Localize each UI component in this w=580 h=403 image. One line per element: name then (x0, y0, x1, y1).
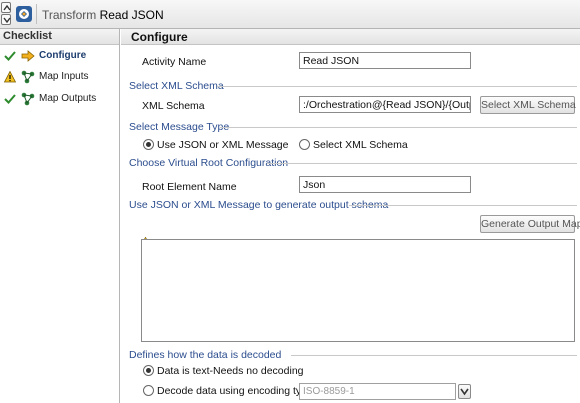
chevron-down-icon (460, 388, 469, 396)
encoding-select[interactable]: ISO-8859-1 (299, 383, 456, 400)
collapse-up-button[interactable] (1, 2, 11, 13)
title-separator (36, 4, 37, 24)
title-prefix: Transform (42, 8, 97, 22)
generate-output-map-button[interactable]: Generate Output Map (480, 215, 580, 233)
section-select-message-type: Select Message Type (129, 121, 230, 133)
radio-label: Data is text-Needs no decoding (157, 365, 304, 377)
section-divider (267, 163, 577, 164)
map-icon (21, 92, 35, 106)
activity-name-label: Activity Name (142, 56, 207, 68)
title-bar: Transform Read JSON (0, 0, 580, 29)
sidebar-item-map-outputs[interactable]: Map Outputs (0, 90, 119, 108)
xml-schema-field[interactable]: :/Orchestration@{Read JSON}/{OutputXml} (299, 96, 471, 113)
panel-header: Configure (121, 29, 580, 45)
message-textarea[interactable] (141, 239, 575, 342)
activity-name-field[interactable]: Read JSON (299, 52, 471, 69)
check-icon (4, 94, 16, 104)
root-element-label: Root Element Name (142, 181, 237, 193)
xml-schema-label: XML Schema (142, 100, 205, 112)
transform-icon (16, 6, 32, 22)
checklist-sidebar: Checklist Configure Map Inputs Map Outpu… (0, 29, 120, 403)
panel-title: Configure (131, 30, 188, 44)
collapse-controls (1, 2, 12, 26)
select-xml-schema-button[interactable]: Select XML Schema (480, 96, 576, 114)
section-decode: Defines how the data is decoded (129, 349, 282, 361)
encoding-dropdown-button[interactable] (458, 384, 471, 399)
sidebar-item-configure[interactable]: Configure (0, 47, 119, 65)
radio-label: Select XML Schema (313, 139, 408, 151)
radio-use-json-xml-message[interactable] (143, 139, 154, 150)
checklist-header: Checklist (0, 29, 119, 45)
arrow-right-icon (21, 50, 35, 62)
section-select-xml-schema: Select XML Schema (129, 80, 224, 92)
collapse-down-button[interactable] (1, 14, 11, 25)
section-virtual-root: Choose Virtual Root Configuration (129, 157, 289, 169)
root-element-field[interactable]: Json (299, 176, 471, 193)
sidebar-item-label: Configure (39, 50, 87, 61)
sidebar-item-label: Map Inputs (39, 71, 89, 82)
radio-data-is-text[interactable] (143, 365, 154, 376)
sidebar-item-label: Map Outputs (39, 93, 97, 104)
title-name: Read JSON (99, 8, 164, 22)
radio-select-xml-schema[interactable] (299, 139, 310, 150)
section-divider (217, 86, 577, 87)
section-divider (349, 205, 577, 206)
check-icon (4, 51, 16, 61)
configure-panel: Configure Activity Name Read JSON Select… (121, 29, 580, 403)
chevron-down-icon (3, 17, 11, 23)
section-divider (220, 127, 577, 128)
radio-label: Decode data using encoding type: (157, 385, 316, 397)
section-divider (291, 355, 577, 356)
map-icon (21, 70, 35, 84)
radio-label: Use JSON or XML Message (157, 139, 289, 151)
radio-decode-encoding[interactable] (143, 385, 154, 396)
warning-icon (4, 71, 16, 83)
window-title: Transform Read JSON (42, 8, 164, 22)
chevron-up-icon (3, 5, 11, 11)
sidebar-item-map-inputs[interactable]: Map Inputs (0, 68, 119, 86)
